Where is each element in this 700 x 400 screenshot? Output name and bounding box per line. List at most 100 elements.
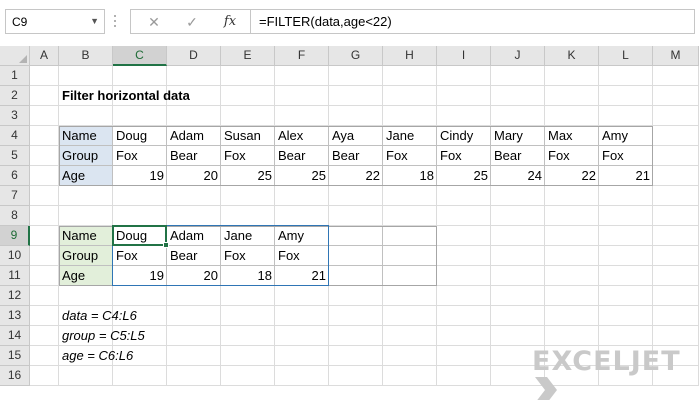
cancel-icon[interactable]: ✕	[143, 13, 165, 31]
source-group-cell[interactable]: Fox	[113, 146, 167, 166]
result-age-cell[interactable]: 21	[275, 266, 329, 286]
row-header-5[interactable]: 5	[0, 146, 30, 166]
source-group-cell[interactable]: Fox	[599, 146, 653, 166]
source-name-cell[interactable]: Alex	[275, 126, 329, 146]
column-header-h[interactable]: H	[383, 46, 437, 66]
source-group-cell[interactable]: Bear	[275, 146, 329, 166]
sheet-title[interactable]: Filter horizontal data	[59, 86, 359, 106]
column-header-f[interactable]: F	[275, 46, 329, 66]
logo-mark-icon	[535, 377, 557, 400]
source-name-cell[interactable]: Amy	[599, 126, 653, 146]
result-name-cell[interactable]: Adam	[167, 226, 221, 246]
source-label-group[interactable]: Group	[59, 146, 113, 166]
result-label-group[interactable]: Group	[59, 246, 113, 266]
result-name-cell[interactable]: Jane	[221, 226, 275, 246]
result-age-cell[interactable]: 19	[113, 266, 167, 286]
named-range-note[interactable]: age = C6:L6	[59, 346, 259, 366]
result-cell-border	[383, 246, 437, 266]
source-age-cell[interactable]: 25	[437, 166, 491, 186]
column-header-k[interactable]: K	[545, 46, 599, 66]
column-header-l[interactable]: L	[599, 46, 653, 66]
named-range-note[interactable]: group = C5:L5	[59, 326, 259, 346]
result-group-cell[interactable]: Fox	[221, 246, 275, 266]
row-header-6[interactable]: 6	[0, 166, 30, 186]
result-cell-border	[383, 266, 437, 286]
column-header-i[interactable]: I	[437, 46, 491, 66]
result-group-cell[interactable]: Bear	[167, 246, 221, 266]
result-cell-border	[329, 266, 383, 286]
source-name-cell[interactable]: Jane	[383, 126, 437, 146]
formula-buttons: ✕ ✓ fx	[130, 9, 250, 34]
result-name-cell[interactable]: Amy	[275, 226, 329, 246]
source-name-cell[interactable]: Cindy	[437, 126, 491, 146]
source-age-cell[interactable]: 22	[329, 166, 383, 186]
name-box-dropdown-icon[interactable]: ▼	[90, 16, 99, 26]
column-header-m[interactable]: M	[653, 46, 699, 66]
result-cell-border	[329, 226, 383, 246]
source-group-cell[interactable]: Bear	[167, 146, 221, 166]
source-age-cell[interactable]: 18	[383, 166, 437, 186]
column-header-a[interactable]: A	[30, 46, 59, 66]
named-range-note[interactable]: data = C4:L6	[59, 306, 259, 326]
source-group-cell[interactable]: Fox	[545, 146, 599, 166]
source-group-cell[interactable]: Fox	[221, 146, 275, 166]
enter-icon[interactable]: ✓	[181, 13, 203, 31]
result-cell-border	[383, 226, 437, 246]
source-age-cell[interactable]: 24	[491, 166, 545, 186]
name-box[interactable]: C9 ▼	[5, 9, 105, 34]
row-header-9[interactable]: 9	[0, 226, 30, 246]
source-name-cell[interactable]: Mary	[491, 126, 545, 146]
source-age-cell[interactable]: 21	[599, 166, 653, 186]
row-header-14[interactable]: 14	[0, 326, 30, 346]
source-name-cell[interactable]: Susan	[221, 126, 275, 146]
select-all-button[interactable]	[0, 46, 30, 66]
source-name-cell[interactable]: Doug	[113, 126, 167, 146]
result-age-cell[interactable]: 20	[167, 266, 221, 286]
source-age-cell[interactable]: 25	[221, 166, 275, 186]
row-header-15[interactable]: 15	[0, 346, 30, 366]
column-header-d[interactable]: D	[167, 46, 221, 66]
result-name-cell[interactable]: Doug	[113, 226, 167, 246]
row-header-8[interactable]: 8	[0, 206, 30, 226]
source-group-cell[interactable]: Fox	[437, 146, 491, 166]
source-label-age[interactable]: Age	[59, 166, 113, 186]
row-header-1[interactable]: 1	[0, 66, 30, 86]
source-group-cell[interactable]: Bear	[329, 146, 383, 166]
result-group-cell[interactable]: Fox	[113, 246, 167, 266]
row-header-13[interactable]: 13	[0, 306, 30, 326]
result-label-age[interactable]: Age	[59, 266, 113, 286]
result-group-cell[interactable]: Fox	[275, 246, 329, 266]
source-age-cell[interactable]: 19	[113, 166, 167, 186]
column-header-b[interactable]: B	[59, 46, 113, 66]
column-header-j[interactable]: J	[491, 46, 545, 66]
result-label-name[interactable]: Name	[59, 226, 113, 246]
exceljet-logo: EXCELJET	[532, 346, 700, 400]
source-name-cell[interactable]: Aya	[329, 126, 383, 146]
row-header-10[interactable]: 10	[0, 246, 30, 266]
row-header-11[interactable]: 11	[0, 266, 30, 286]
formula-text: =FILTER(data,age<22)	[259, 14, 392, 29]
logo-text: EXCELJET	[532, 346, 681, 377]
column-header-c[interactable]: C	[113, 46, 167, 66]
source-name-cell[interactable]: Adam	[167, 126, 221, 146]
row-header-4[interactable]: 4	[0, 126, 30, 146]
column-header-e[interactable]: E	[221, 46, 275, 66]
source-group-cell[interactable]: Bear	[491, 146, 545, 166]
row-header-2[interactable]: 2	[0, 86, 30, 106]
result-age-cell[interactable]: 18	[221, 266, 275, 286]
formula-input[interactable]: =FILTER(data,age<22)	[250, 9, 695, 34]
formula-bar-grip[interactable]	[113, 12, 117, 32]
row-header-3[interactable]: 3	[0, 106, 30, 126]
source-group-cell[interactable]: Fox	[383, 146, 437, 166]
source-label-name[interactable]: Name	[59, 126, 113, 146]
source-age-cell[interactable]: 20	[167, 166, 221, 186]
result-cell-border	[329, 246, 383, 266]
row-header-16[interactable]: 16	[0, 366, 30, 386]
row-header-12[interactable]: 12	[0, 286, 30, 306]
column-header-g[interactable]: G	[329, 46, 383, 66]
source-age-cell[interactable]: 22	[545, 166, 599, 186]
insert-function-icon[interactable]: fx	[219, 13, 241, 31]
source-name-cell[interactable]: Max	[545, 126, 599, 146]
row-header-7[interactable]: 7	[0, 186, 30, 206]
source-age-cell[interactable]: 25	[275, 166, 329, 186]
